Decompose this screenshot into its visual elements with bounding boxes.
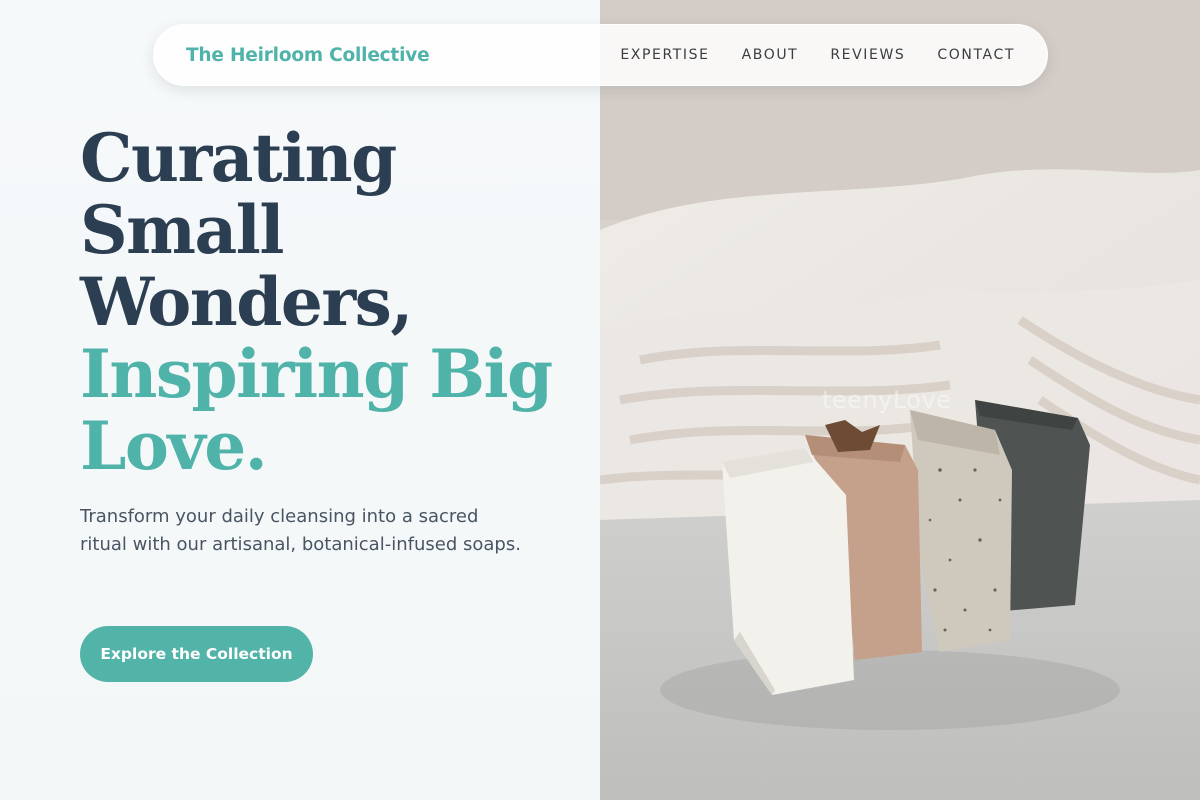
top-navbar: The Heirloom Collective EXPERTISE ABOUT …	[153, 24, 1048, 86]
hero-subtext: Transform your daily cleansing into a sa…	[80, 506, 521, 555]
brand-logo[interactable]: The Heirloom Collective	[186, 45, 430, 66]
image-watermark: teenyLove	[822, 386, 952, 414]
nav-link-reviews[interactable]: REVIEWS	[830, 47, 905, 63]
headline-line-accent: Inspiring Big	[80, 335, 553, 413]
headline-line: Curating	[80, 119, 397, 197]
explore-collection-button[interactable]: Explore the Collection	[80, 626, 313, 682]
hero-headline: Curating Small Wonders, Inspiring Big Lo…	[80, 119, 553, 485]
headline-line: Small	[80, 191, 284, 269]
headline-line-accent: Love.	[80, 407, 268, 485]
headline-line: Wonders,	[80, 263, 413, 341]
nav-link-expertise[interactable]: EXPERTISE	[620, 47, 709, 63]
hero-product-image: teenyLove	[600, 0, 1200, 800]
nav-links: EXPERTISE ABOUT REVIEWS CONTACT	[620, 47, 1015, 63]
nav-link-about[interactable]: ABOUT	[742, 47, 799, 63]
nav-link-contact[interactable]: CONTACT	[937, 47, 1015, 63]
